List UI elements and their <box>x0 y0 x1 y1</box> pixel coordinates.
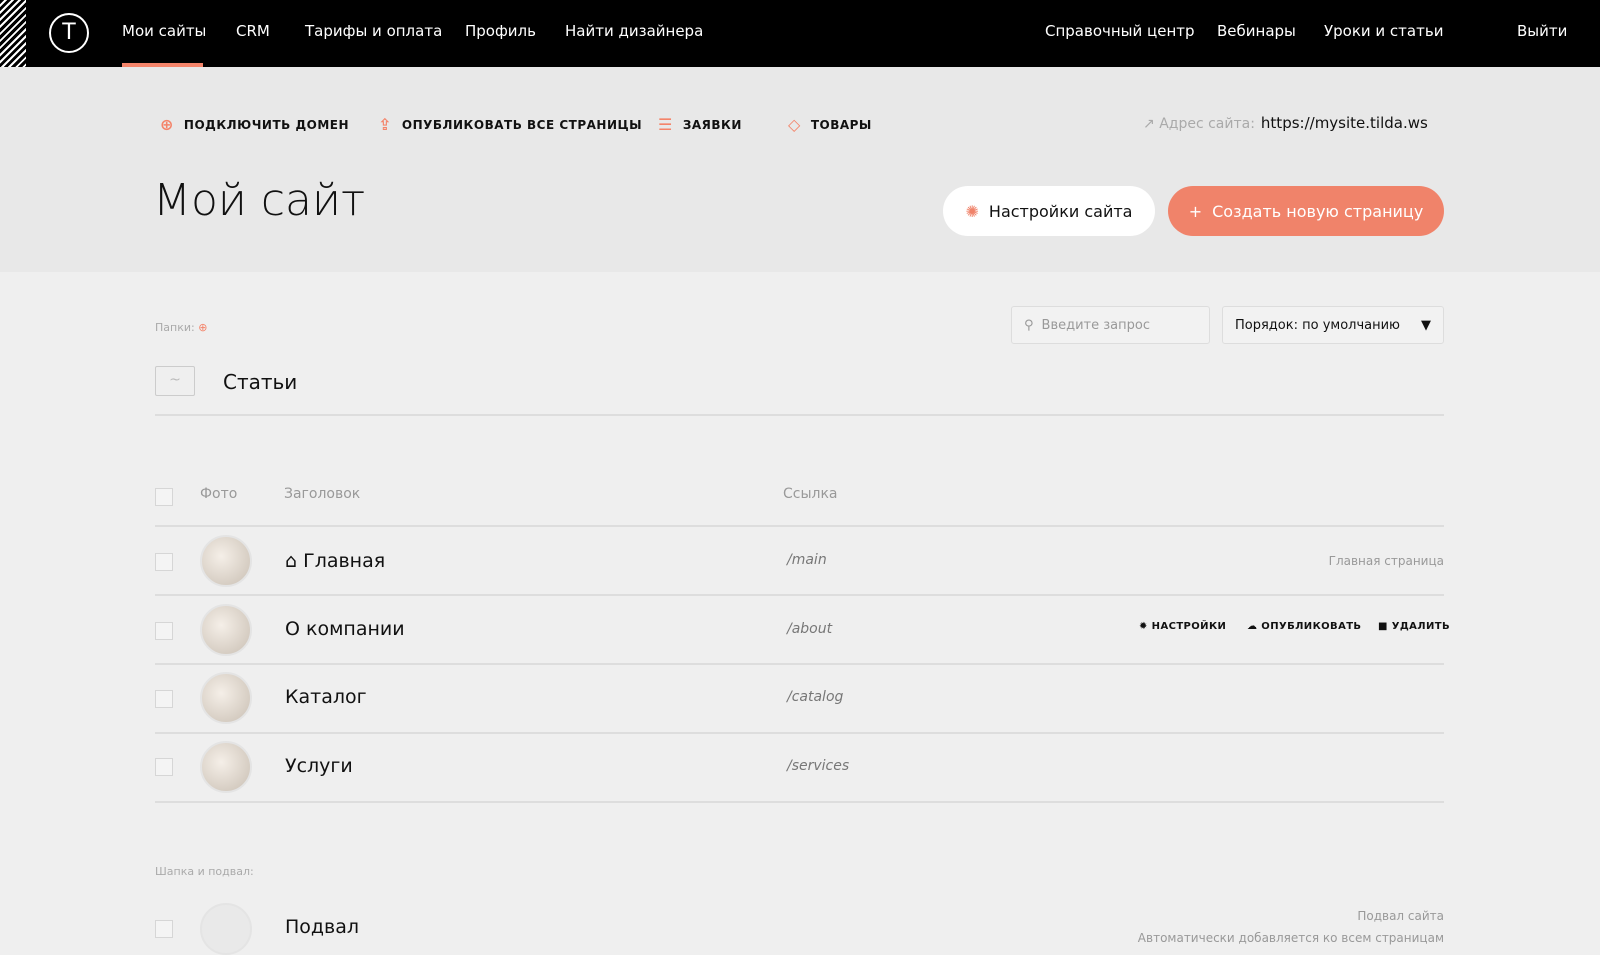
page-title-main[interactable]: ⌂ Главная <box>285 550 385 572</box>
tag-icon: ◇ <box>788 115 801 134</box>
nav-my-sites[interactable]: Мои сайты <box>122 22 206 40</box>
footer-title[interactable]: Подвал <box>285 916 359 938</box>
cloud-upload-icon: ☁ <box>1247 621 1258 632</box>
nav-logout[interactable]: Выйти <box>1517 22 1567 40</box>
home-page-note: Главная страница <box>1328 554 1444 568</box>
add-folder-icon[interactable]: ⊕ <box>198 321 207 334</box>
plus-icon: + <box>1188 201 1203 221</box>
page-link[interactable]: /catalog <box>787 689 843 705</box>
nav-webinars[interactable]: Вебинары <box>1217 22 1296 40</box>
nav-lessons[interactable]: Уроки и статьи <box>1324 22 1443 40</box>
page-thumbnail <box>200 672 252 724</box>
page-publish-button[interactable]: ☁ ОПУБЛИКОВАТЬ <box>1247 621 1361 632</box>
divider <box>155 525 1444 527</box>
page-title-services[interactable]: Услуги <box>285 755 353 777</box>
row-checkbox[interactable] <box>155 758 173 776</box>
search-icon: ⚲ <box>1024 317 1034 333</box>
nav-crm[interactable]: CRM <box>236 22 270 40</box>
sort-select[interactable]: Порядок: по умолчанию ▼ <box>1222 306 1444 344</box>
row-checkbox[interactable] <box>155 622 173 640</box>
page-thumbnail <box>200 535 252 587</box>
divider <box>155 594 1444 596</box>
divider <box>155 732 1444 734</box>
page-title-about[interactable]: О компании <box>285 618 405 640</box>
folders-label: Папки: ⊕ <box>155 321 208 334</box>
divider <box>155 663 1444 665</box>
page-delete-button[interactable]: ■ УДАЛИТЬ <box>1378 621 1450 632</box>
footer-thumbnail <box>200 903 252 955</box>
nav-help[interactable]: Справочный центр <box>1045 22 1195 40</box>
leads-button[interactable]: ☰ ЗАЯВКИ <box>658 115 742 134</box>
home-icon: ⌂ <box>285 550 298 572</box>
footer-note-auto: Автоматически добавляется ко всем страни… <box>1137 931 1444 945</box>
zigzag-decoration <box>0 0 26 67</box>
col-link: Ссылка <box>783 486 838 502</box>
site-address-link[interactable]: https://mysite.tilda.ws <box>1261 114 1428 132</box>
select-all-checkbox[interactable] <box>155 488 173 506</box>
page-thumbnail <box>200 604 252 656</box>
footer-note: Подвал сайта <box>1357 909 1444 923</box>
gear-icon: ✺ <box>965 201 979 221</box>
col-title: Заголовок <box>284 486 361 502</box>
page-title: Мой сайт <box>153 175 366 226</box>
chevron-down-icon: ▼ <box>1421 317 1431 333</box>
gear-icon: ✹ <box>1139 621 1148 632</box>
page-link[interactable]: /about <box>787 621 832 637</box>
globe-icon: ⊕ <box>160 115 174 134</box>
external-link-icon: ↗ <box>1143 116 1160 132</box>
page-title-catalog[interactable]: Каталог <box>285 686 367 708</box>
site-settings-button[interactable]: ✺ Настройки сайта <box>943 186 1155 236</box>
nav-profile[interactable]: Профиль <box>465 22 536 40</box>
search-input[interactable]: ⚲ Введите запрос <box>1011 306 1210 344</box>
col-photo: Фото <box>200 486 238 502</box>
site-address: ↗ Адрес сайта: https://mysite.tilda.ws <box>1143 114 1428 132</box>
folder-item[interactable]: Статьи <box>223 370 297 394</box>
row-checkbox[interactable] <box>155 920 173 938</box>
tilda-logo[interactable]: T <box>49 13 89 53</box>
nav-find-designer[interactable]: Найти дизайнера <box>565 22 703 40</box>
divider <box>155 801 1444 803</box>
products-button[interactable]: ◇ ТОВАРЫ <box>788 115 872 134</box>
upload-icon: ⇪ <box>378 115 392 134</box>
connect-domain-button[interactable]: ⊕ ПОДКЛЮЧИТЬ ДОМЕН <box>160 115 349 134</box>
trash-icon: ■ <box>1378 621 1388 632</box>
page-link[interactable]: /main <box>787 552 827 568</box>
divider <box>155 414 1444 416</box>
site-header-band <box>0 67 1600 272</box>
create-page-button[interactable]: + Создать новую страницу <box>1168 186 1444 236</box>
row-checkbox[interactable] <box>155 690 173 708</box>
headers-footers-label: Шапка и подвал: <box>155 865 254 878</box>
publish-all-button[interactable]: ⇪ ОПУБЛИКОВАТЬ ВСЕ СТРАНИЦЫ <box>378 115 642 134</box>
page-link[interactable]: /services <box>787 758 849 774</box>
nav-tariffs[interactable]: Тарифы и оплата <box>305 22 442 40</box>
page-thumbnail <box>200 741 252 793</box>
folder-icon[interactable]: ~ <box>155 366 195 396</box>
row-checkbox[interactable] <box>155 553 173 571</box>
page-settings-button[interactable]: ✹ НАСТРОЙКИ <box>1139 621 1226 632</box>
list-icon: ☰ <box>658 115 673 134</box>
